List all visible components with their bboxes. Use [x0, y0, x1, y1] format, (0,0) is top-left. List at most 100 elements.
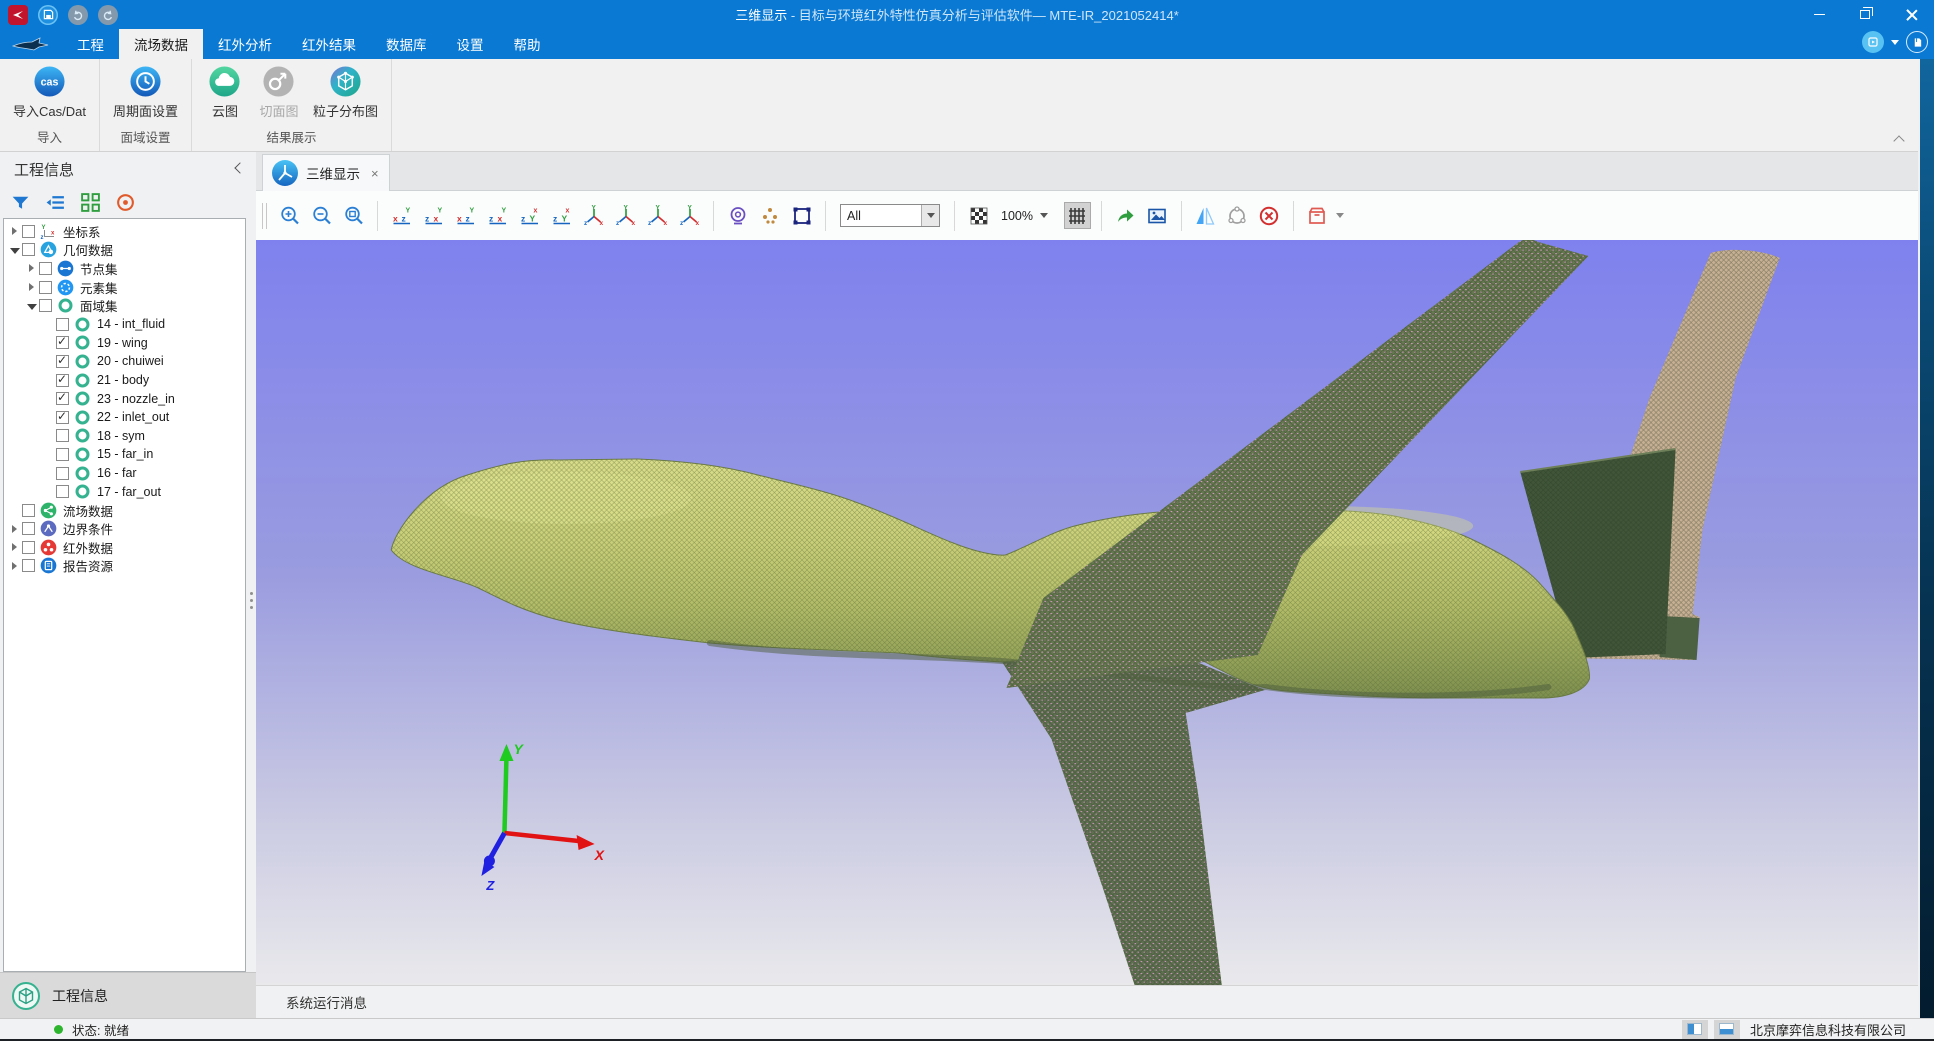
ribbon-button-2-1[interactable]: 切面图 — [254, 63, 304, 122]
tree-expander-icon[interactable] — [25, 297, 39, 315]
zoom-in-button[interactable] — [276, 202, 303, 229]
tree-row-16[interactable]: 边界条件 — [4, 520, 245, 539]
particle-scatter-button[interactable] — [756, 202, 783, 229]
tree-expander-icon[interactable] — [8, 222, 22, 240]
view-iso-3-button[interactable]: Yzx — [644, 202, 671, 229]
save-button[interactable] — [38, 5, 58, 25]
tree-checkbox[interactable] — [22, 522, 35, 535]
menu-item-4[interactable]: 数据库 — [371, 29, 442, 59]
view-zy-button[interactable]: zYx — [516, 202, 543, 229]
tree-row-6[interactable]: 19 - wing — [4, 334, 245, 353]
tree-checkbox[interactable] — [56, 485, 69, 498]
tree-checkbox[interactable] — [22, 504, 35, 517]
panel-left-layout-icon[interactable] — [1682, 1020, 1708, 1039]
app-menu-button[interactable] — [8, 5, 28, 25]
smooth-sphere-button[interactable] — [1224, 202, 1251, 229]
panel-collapse-button[interactable] — [230, 161, 246, 177]
tree-checkbox[interactable] — [56, 429, 69, 442]
ribbon-button-1-0[interactable]: 周期面设置 — [108, 63, 183, 122]
zoom-out-button[interactable] — [308, 202, 335, 229]
tree-expander-icon[interactable] — [8, 557, 22, 575]
tab-close-icon[interactable]: × — [371, 166, 379, 181]
tree-row-18[interactable]: 报告资源 — [4, 557, 245, 576]
tab-3d-view[interactable]: 三维显示 × — [262, 154, 390, 191]
tree-checkbox[interactable] — [56, 411, 69, 424]
project-panel-footer[interactable]: 工程信息 — [0, 972, 256, 1018]
tree-checkbox[interactable] — [22, 225, 35, 238]
cancel-red-button[interactable] — [1256, 202, 1283, 229]
export-arrow-button[interactable] — [1112, 202, 1139, 229]
tree-checkbox[interactable] — [56, 374, 69, 387]
tree-checkbox[interactable] — [39, 281, 52, 294]
view-xz-button[interactable]: xzY — [388, 202, 415, 229]
tree-expander-icon[interactable] — [8, 538, 22, 556]
close-button[interactable] — [1888, 0, 1934, 29]
grid-squares-icon[interactable] — [80, 192, 101, 213]
view-iso-2-button[interactable]: Yzx — [612, 202, 639, 229]
menu-item-3[interactable]: 红外结果 — [287, 29, 371, 59]
tree-checkbox[interactable] — [56, 392, 69, 405]
tree-expander-icon[interactable] — [8, 241, 22, 259]
locate-target-icon[interactable] — [115, 192, 136, 213]
view-zy-2-button[interactable]: zYx — [548, 202, 575, 229]
tree-row-3[interactable]: 元素集 — [4, 278, 245, 297]
view-zx-button[interactable]: zxY — [420, 202, 447, 229]
redo-button[interactable] — [98, 5, 118, 25]
select-box-button[interactable] — [788, 202, 815, 229]
snapshot-button[interactable] — [1144, 202, 1171, 229]
tree-row-10[interactable]: 22 - inlet_out — [4, 408, 245, 427]
package-box-button[interactable] — [1304, 202, 1331, 229]
menu-item-1[interactable]: 流场数据 — [119, 29, 203, 59]
tree-expander-icon[interactable] — [8, 520, 22, 538]
chevron-down-icon[interactable] — [1040, 213, 1048, 218]
chevron-down-icon[interactable] — [1336, 213, 1344, 218]
view-zx-2-button[interactable]: zxY — [484, 202, 511, 229]
tree-checkbox[interactable] — [56, 318, 69, 331]
tree-checkbox[interactable] — [39, 262, 52, 275]
mirror-flip-button[interactable] — [1192, 202, 1219, 229]
menu-item-0[interactable]: 工程 — [62, 29, 119, 59]
tree-row-12[interactable]: 15 - far_in — [4, 445, 245, 464]
chevron-down-icon[interactable] — [1891, 40, 1899, 45]
tree-checkbox[interactable] — [56, 336, 69, 349]
menu-item-6[interactable]: 帮助 — [499, 29, 556, 59]
tree-row-5[interactable]: 14 - int_fluid — [4, 315, 245, 334]
ribbon-collapse-button[interactable] — [1892, 135, 1906, 145]
tree-checkbox[interactable] — [56, 355, 69, 368]
zoom-fit-button[interactable] — [340, 202, 367, 229]
tree-row-14[interactable]: 17 - far_out — [4, 482, 245, 501]
tree-row-0[interactable]: Yzx坐标系 — [4, 222, 245, 241]
opacity-value[interactable]: 100% — [1001, 209, 1033, 223]
menu-item-2[interactable]: 红外分析 — [203, 29, 287, 59]
tree-checkbox[interactable] — [22, 559, 35, 572]
tree-checkbox[interactable] — [39, 299, 52, 312]
toolbar-drag-handle[interactable] — [262, 203, 267, 229]
view-iso-1-button[interactable]: Yzx — [580, 202, 607, 229]
display-filter-select[interactable]: All — [840, 204, 940, 227]
view-iso-4-button[interactable]: Yzx — [676, 202, 703, 229]
ribbon-button-2-2[interactable]: 粒子分布图 — [308, 63, 383, 122]
tree-row-13[interactable]: 16 - far — [4, 464, 245, 483]
tree-row-4[interactable]: 面域集 — [4, 296, 245, 315]
tree-checkbox[interactable] — [22, 243, 35, 256]
probe-camera-button[interactable] — [724, 202, 751, 229]
tree-row-7[interactable]: 20 - chuiwei — [4, 352, 245, 371]
tree-checkbox[interactable] — [56, 467, 69, 480]
ribbon-button-2-0[interactable]: 云图 — [200, 63, 250, 122]
help-circle-icon[interactable] — [1906, 31, 1928, 53]
tree-row-2[interactable]: 节点集 — [4, 259, 245, 278]
ribbon-button-0-0[interactable]: cas导入Cas/Dat — [8, 63, 91, 122]
mesh-grid-toggle-button[interactable] — [1064, 202, 1091, 229]
undo-button[interactable] — [68, 5, 88, 25]
tree-expander-icon[interactable] — [25, 278, 39, 296]
panel-splitter[interactable] — [247, 580, 255, 620]
run-circle-icon[interactable] — [1862, 31, 1884, 53]
menu-item-5[interactable]: 设置 — [442, 29, 499, 59]
tree-expander-icon[interactable] — [25, 259, 39, 277]
tree-row-15[interactable]: 流场数据 — [4, 501, 245, 520]
outline-list-icon[interactable] — [45, 192, 66, 213]
tree-row-9[interactable]: 23 - nozzle_in — [4, 389, 245, 408]
minimize-button[interactable] — [1796, 0, 1842, 29]
tree-checkbox[interactable] — [56, 448, 69, 461]
view-xz-2-button[interactable]: xzY — [452, 202, 479, 229]
